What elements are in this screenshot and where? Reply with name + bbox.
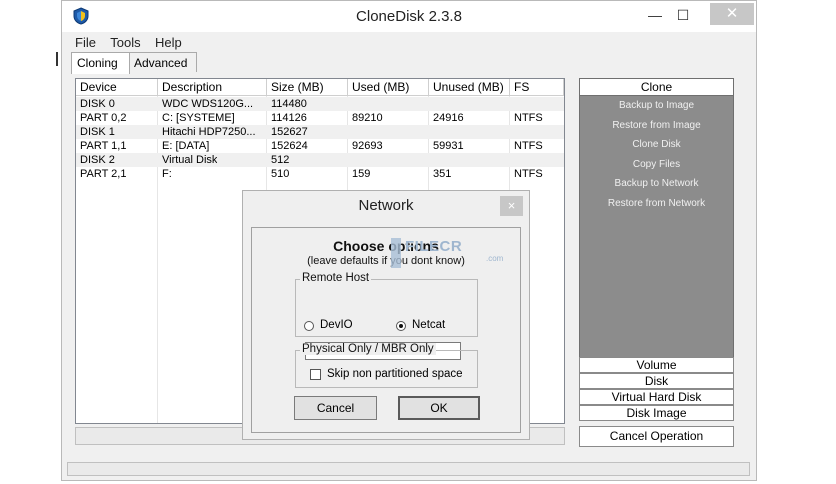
choose-options-heading: Choose options <box>333 238 439 254</box>
cell-used: 92693 <box>352 140 383 152</box>
virtual-hard-disk-tab[interactable]: Virtual Hard Disk <box>579 389 734 405</box>
cell-used: 159 <box>352 168 371 180</box>
col-size[interactable]: Size (MB) <box>267 79 348 96</box>
dialog-cancel-button[interactable]: Cancel <box>294 396 377 420</box>
cell-fs: NTFS <box>514 168 543 180</box>
devio-label: DevIO <box>320 319 353 331</box>
dialog-ok-button[interactable]: OK <box>398 396 480 420</box>
disk-image-tab[interactable]: Disk Image <box>579 405 734 421</box>
cell-unused: 59931 <box>433 140 464 152</box>
cell-size: 512 <box>271 154 290 166</box>
skip-non-partitioned-checkbox[interactable] <box>310 369 321 380</box>
cell-description: Virtual Disk <box>162 154 218 166</box>
close-icon[interactable]: ✕ <box>710 3 754 25</box>
backup-to-network-button[interactable]: Backup to Network <box>580 178 733 189</box>
netcat-label: Netcat <box>412 319 446 331</box>
cell-device: PART 2,1 <box>80 168 127 180</box>
cell-device: DISK 0 <box>80 98 115 110</box>
volume-tab[interactable]: Volume <box>579 357 734 373</box>
devio-radio[interactable] <box>304 321 314 331</box>
title-bar[interactable]: CloneDisk 2.3.8 — ☐ ✕ <box>62 1 756 32</box>
choose-options-hint: (leave defaults if you dont know) <box>307 255 465 267</box>
backup-to-image-button[interactable]: Backup to Image <box>580 100 733 111</box>
cell-device: DISK 2 <box>80 154 115 166</box>
cell-fs: NTFS <box>514 140 543 152</box>
menu-tools[interactable]: Tools <box>110 35 140 50</box>
dialog-content: Choose options (leave defaults if you do… <box>251 227 521 433</box>
table-row[interactable]: DISK 1 Hitachi HDP7250... 152627 <box>76 125 564 139</box>
cell-description: F: <box>162 168 172 180</box>
status-bar <box>67 462 750 476</box>
table-row[interactable]: PART 2,1 F: 510 159 351 NTFS <box>76 167 564 181</box>
cell-description: WDC WDS120G... <box>162 98 254 110</box>
disk-tab[interactable]: Disk <box>579 373 734 389</box>
col-description[interactable]: Description <box>158 79 267 96</box>
cell-used: 89210 <box>352 112 383 124</box>
clone-disk-button[interactable]: Clone Disk <box>580 139 733 150</box>
left-edge-mark <box>56 52 58 66</box>
dialog-close-icon[interactable]: × <box>500 196 523 216</box>
col-used[interactable]: Used (MB) <box>348 79 429 96</box>
cell-size: 114480 <box>271 98 307 110</box>
clone-panel-header[interactable]: Clone <box>580 79 733 96</box>
watermark-suffix: .com <box>486 254 504 263</box>
cell-unused: 24916 <box>433 112 464 124</box>
menu-file[interactable]: File <box>75 35 96 50</box>
col-fs[interactable]: FS <box>510 79 564 96</box>
cell-fs: NTFS <box>514 112 543 124</box>
menu-help[interactable]: Help <box>155 35 182 50</box>
cell-device: PART 0,2 <box>80 112 127 124</box>
watermark-logo <box>391 238 401 268</box>
network-dialog: Network × Choose options (leave defaults… <box>242 190 530 440</box>
table-row[interactable]: PART 0,2 C: [SYSTEME] 114126 89210 24916… <box>76 111 564 125</box>
dialog-title: Network <box>358 197 414 214</box>
netcat-radio[interactable] <box>396 321 406 331</box>
col-device[interactable]: Device <box>76 79 158 96</box>
cell-description: Hitachi HDP7250... <box>162 126 256 138</box>
tab-advanced[interactable]: Advanced <box>129 52 197 72</box>
copy-files-button[interactable]: Copy Files <box>580 159 733 170</box>
menu-bar: File Tools Help <box>75 35 193 53</box>
cell-size: 114126 <box>271 112 307 124</box>
restore-from-network-button[interactable]: Restore from Network <box>580 198 733 209</box>
remote-host-group: Remote Host 127.0.0.1:9000 DevIO Netcat <box>295 272 478 360</box>
table-row[interactable]: DISK 2 Virtual Disk 512 <box>76 153 564 167</box>
cell-size: 152624 <box>271 140 308 152</box>
tab-cloning[interactable]: Cloning <box>71 52 130 74</box>
col-unused[interactable]: Unused (MB) <box>429 79 510 96</box>
watermark-text: FILECR <box>405 238 463 255</box>
cell-size: 510 <box>271 168 290 180</box>
cell-size: 152627 <box>271 126 308 138</box>
cell-unused: 351 <box>433 168 452 180</box>
cell-description: C: [SYSTEME] <box>162 112 235 124</box>
minimize-icon[interactable]: — <box>640 5 670 25</box>
restore-from-image-button[interactable]: Restore from Image <box>580 120 733 131</box>
clone-panel: Clone Backup to Image Restore from Image… <box>579 78 734 384</box>
remote-host-label: Remote Host <box>300 272 372 284</box>
maximize-icon[interactable]: ☐ <box>668 5 698 25</box>
skip-non-partitioned-label: Skip non partitioned space <box>327 368 463 380</box>
cell-device: PART 1,1 <box>80 140 127 152</box>
cell-device: DISK 1 <box>80 126 115 138</box>
table-row[interactable]: DISK 0 WDC WDS120G... 114480 <box>76 97 564 111</box>
table-row[interactable]: PART 1,1 E: [DATA] 152624 92693 59931 NT… <box>76 139 564 153</box>
cell-description: E: [DATA] <box>162 140 210 152</box>
cancel-operation-button[interactable]: Cancel Operation <box>579 426 734 447</box>
disk-rows: DISK 0 WDC WDS120G... 114480 PART 0,2 C:… <box>76 97 564 181</box>
physical-only-label: Physical Only / MBR Only <box>300 343 436 355</box>
physical-only-group: Physical Only / MBR Only Skip non partit… <box>295 343 478 388</box>
